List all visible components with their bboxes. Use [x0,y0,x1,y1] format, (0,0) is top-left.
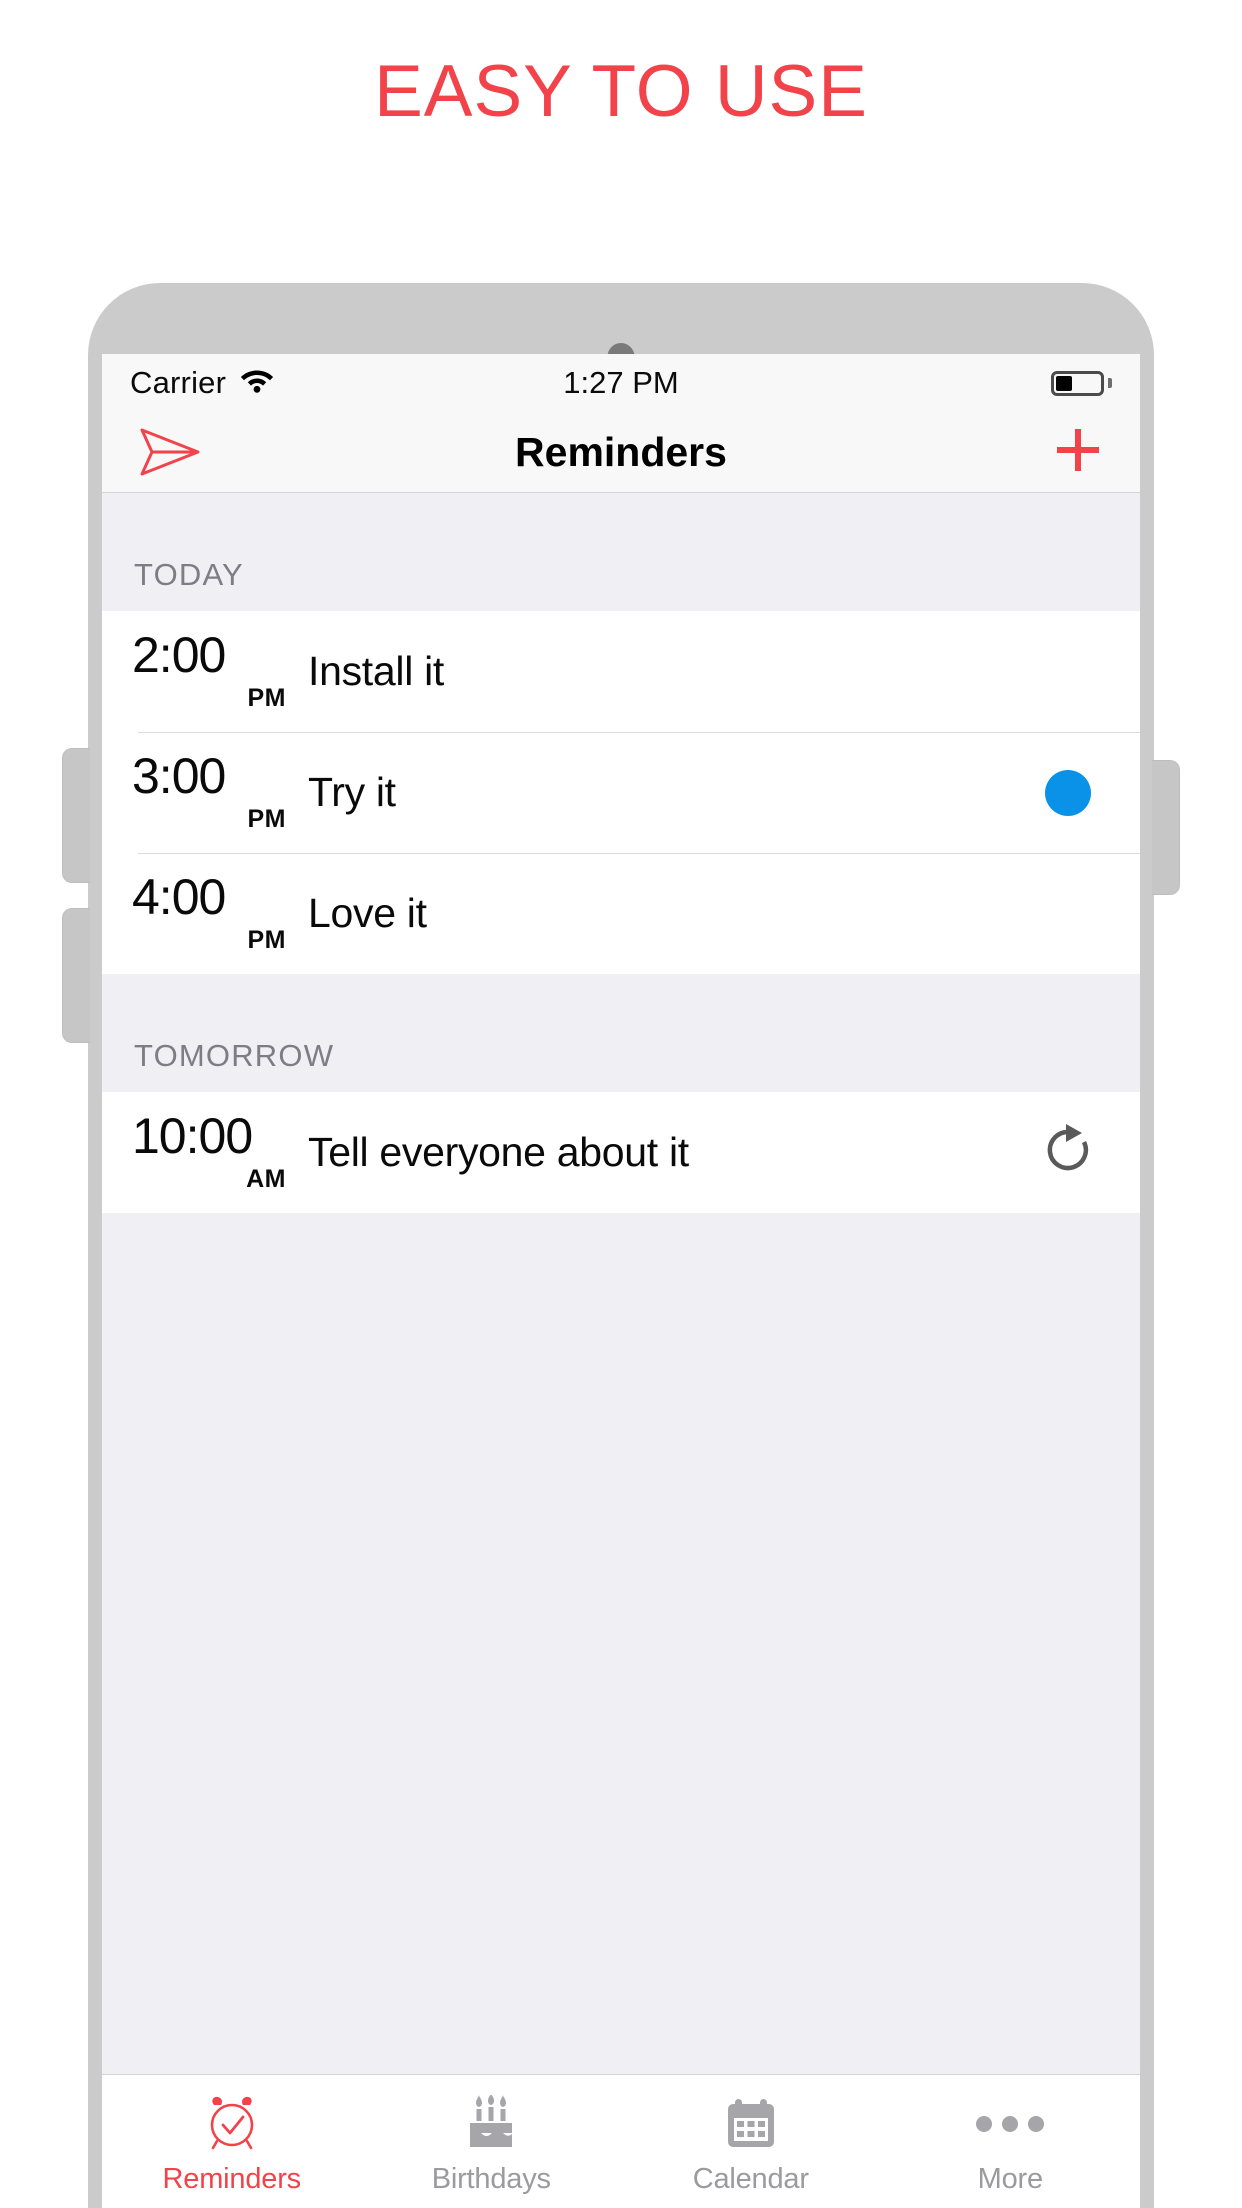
battery-fill [1056,375,1073,391]
repeat-icon [1041,1122,1095,1183]
dot [1002,2116,1019,2132]
birthday-cake-icon [462,2093,520,2155]
nav-title: Reminders [515,428,727,475]
phone-screen: Carrier 1:27 PM Reminders TODAY 2:00 PM … [102,354,1140,2208]
reminder-title: Tell everyone about it [308,1129,689,1175]
reminder-accessory [1032,769,1104,816]
reminder-list-tomorrow: 10:00 AM Tell everyone about it [102,1092,1140,1213]
reminder-time-ampm: PM [247,684,286,712]
tab-label: Birthdays [431,2163,551,2195]
reminder-time-value: 3:00 [132,748,226,804]
reminder-title: Try it [308,769,396,815]
tab-label: Calendar [692,2163,809,2195]
tab-label: More [977,2163,1043,2195]
tab-more[interactable]: More [881,2075,1141,2208]
dot [1028,2116,1045,2132]
reminder-time-ampm: PM [247,926,286,954]
status-bar-left: Carrier [130,365,274,401]
reminder-list-today: 2:00 PM Install it 3:00 PM Try it 4:00 P… [102,611,1140,974]
phone-device-frame: Carrier 1:27 PM Reminders TODAY 2:00 PM … [62,283,1180,2208]
tab-label: Reminders [162,2163,302,2195]
calendar-icon [723,2093,779,2155]
list-item[interactable]: 2:00 PM Install it [102,611,1140,732]
navigation-bar: Reminders [102,412,1140,493]
reminder-time-ampm: AM [246,1165,286,1193]
carrier-label: Carrier [130,365,227,400]
wifi-icon [240,365,274,401]
battery-cap [1108,378,1112,388]
ellipsis-dots [976,2116,1045,2132]
status-bar: Carrier 1:27 PM [102,354,1140,412]
reminder-time: 10:00 AM [102,1111,292,1194]
page-title: EASY TO USE [374,51,868,132]
reminder-time-value: 4:00 [132,869,226,925]
list-item[interactable]: 4:00 PM Love it [102,853,1140,974]
dot [976,2116,993,2132]
reminder-time: 2:00 PM [102,630,292,713]
blue-dot-icon [1045,769,1091,816]
reminder-title: Love it [308,890,427,936]
add-reminder-button[interactable] [1052,424,1104,481]
tab-calendar[interactable]: Calendar [621,2075,881,2208]
section-header-tomorrow: TOMORROW [102,974,1140,1092]
tab-reminders[interactable]: Reminders [102,2075,362,2208]
reminder-time-value: 10:00 [132,1108,253,1164]
reminder-time: 4:00 PM [102,872,292,955]
volume-up-button[interactable] [62,748,90,883]
reminder-time-value: 2:00 [132,627,226,683]
tab-birthdays[interactable]: Birthdays [362,2075,622,2208]
send-paper-plane-icon[interactable] [138,426,202,478]
tab-bar: Reminders Birthdays Calendar More [102,2074,1140,2208]
list-item[interactable]: 10:00 AM Tell everyone about it [102,1092,1140,1213]
volume-down-button[interactable] [62,908,90,1043]
plus-icon [1052,424,1104,481]
status-bar-right [1051,370,1112,396]
ellipsis-icon [976,2093,1045,2155]
reminder-time: 3:00 PM [102,751,292,834]
list-item[interactable]: 3:00 PM Try it [102,732,1140,853]
reminder-accessory [1032,1122,1104,1183]
reminder-title: Install it [308,648,444,694]
reminder-time-ampm: PM [247,805,286,833]
alarm-clock-check-icon [202,2093,262,2155]
battery-icon [1051,370,1104,396]
section-header-today: TODAY [102,493,1140,611]
power-button[interactable] [1152,760,1180,895]
